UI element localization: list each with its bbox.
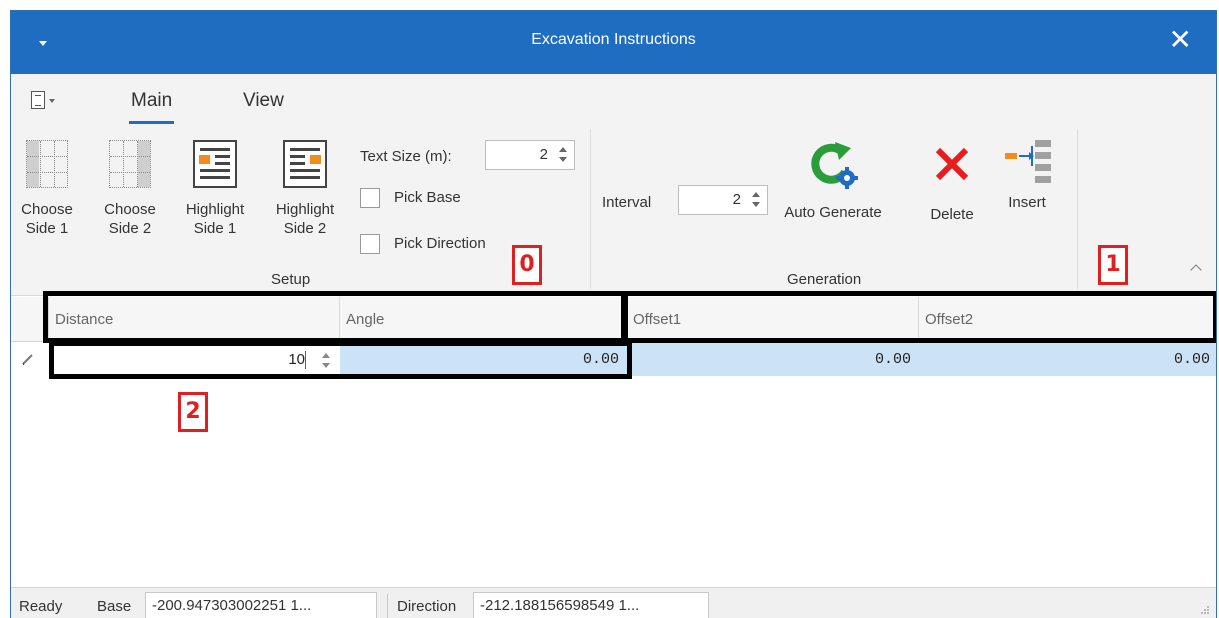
delete-x-icon — [932, 144, 972, 184]
annotation-outline-offset-header — [621, 291, 1216, 343]
choose-side-1-label-line1: Choose — [21, 201, 73, 218]
pick-direction-label: Pick Direction — [394, 235, 486, 252]
group-divider — [590, 129, 591, 289]
title-bar: Excavation Instructions ✕ — [11, 11, 1216, 74]
text-size-spinner[interactable]: 2 — [485, 140, 575, 170]
choose-side-2-label-line2: Side 2 — [108, 220, 152, 237]
auto-generate-button[interactable]: Auto Generate — [781, 138, 885, 222]
document-icon — [31, 91, 45, 109]
choose-side-1-button[interactable]: Choose Side 1 — [17, 140, 77, 238]
highlight-left-icon — [193, 140, 237, 188]
annotation-badge-2: 2 — [178, 392, 208, 432]
tab-view[interactable]: View — [243, 90, 284, 112]
offset1-cell[interactable]: 0.00 — [627, 343, 919, 376]
choose-side-1-label-line2: Side 1 — [25, 220, 69, 237]
delete-label: Delete — [930, 206, 974, 223]
offset2-cell[interactable]: 0.00 — [919, 343, 1216, 376]
edit-pencil-icon — [22, 354, 33, 365]
resize-grip-icon[interactable] — [1200, 605, 1210, 615]
highlight-side-2-label-line2: Side 2 — [283, 220, 327, 237]
group-divider — [1077, 129, 1078, 289]
direction-coordinates-field[interactable]: -212.188156598549 1... — [473, 592, 709, 618]
status-bar: Ready Base -200.947303002251 1... Direct… — [11, 587, 1216, 618]
refresh-gear-icon — [807, 138, 859, 190]
text-size-label: Text Size (m): — [360, 148, 452, 165]
setup-group-label: Setup — [271, 271, 311, 288]
grid-shade — [27, 141, 39, 187]
annotation-outline-editing-row — [49, 341, 632, 379]
insert-button[interactable]: Insert — [995, 136, 1059, 212]
insert-row-icon — [999, 136, 1055, 192]
text-size-value: 2 — [539, 146, 548, 163]
window-title: Excavation Instructions — [531, 31, 696, 48]
annotation-outline-distance-angle-header — [43, 291, 628, 343]
collapse-ribbon-chevron-up-icon[interactable] — [1190, 262, 1204, 276]
pick-direction-checkbox[interactable] — [360, 234, 380, 254]
spinner-arrows-icon[interactable] — [556, 144, 570, 166]
grid-shade — [138, 141, 150, 187]
highlight-side-2-label-line1: Highlight — [275, 201, 335, 218]
ribbon: Main View Choose Side 1 Choose Side 2 Hi… — [11, 74, 1216, 296]
insert-label: Insert — [1008, 194, 1046, 211]
ribbon-tabs: Main View — [11, 74, 1216, 124]
generation-group-label: Generation — [787, 271, 862, 288]
choose-side-2-button[interactable]: Choose Side 2 — [97, 140, 163, 238]
tab-main[interactable]: Main — [128, 90, 175, 124]
highlight-side-2-button[interactable]: Highlight Side 2 — [265, 140, 345, 238]
interval-spinner[interactable]: 2 — [678, 185, 768, 215]
interval-label: Interval — [602, 194, 652, 211]
choose-side-2-label-line1: Choose — [104, 201, 156, 218]
interval-value: 2 — [732, 191, 741, 208]
spinner-arrows-icon[interactable] — [749, 189, 763, 211]
highlight-side-1-button[interactable]: Highlight Side 1 — [177, 140, 253, 238]
direction-label: Direction — [397, 598, 457, 615]
highlight-side-1-label-line2: Side 1 — [193, 220, 237, 237]
status-divider — [387, 594, 388, 618]
excavation-instructions-window: Excavation Instructions ✕ Main View Choo… — [10, 10, 1217, 618]
highlight-side-1-label-line1: Highlight — [185, 201, 245, 218]
annotation-badge-0: 0 — [512, 245, 542, 285]
annotation-badge-1: 1 — [1098, 245, 1128, 285]
auto-generate-label: Auto Generate — [784, 204, 882, 221]
grid-select-right-icon — [109, 140, 151, 188]
base-label: Base — [97, 598, 132, 615]
pick-base-checkbox[interactable] — [360, 188, 380, 208]
delete-button[interactable]: Delete — [925, 144, 979, 224]
highlight-right-icon — [283, 140, 327, 188]
application-menu-icon[interactable] — [31, 91, 59, 111]
grid-select-left-icon — [26, 140, 68, 188]
dropdown-arrow-icon — [49, 99, 55, 103]
status-ready: Ready — [19, 598, 63, 615]
close-icon[interactable]: ✕ — [1169, 25, 1192, 55]
base-coordinates-field[interactable]: -200.947303002251 1... — [145, 592, 377, 618]
pick-base-label: Pick Base — [394, 189, 461, 206]
